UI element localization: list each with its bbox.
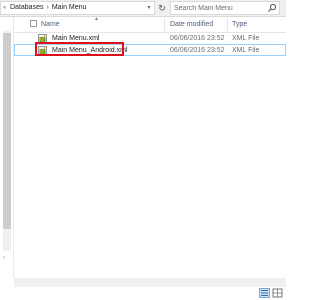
- file-row-main-menu-android[interactable]: Main Menu_Android.xml 06/06/2016 23:52 X…: [14, 44, 286, 56]
- chevron-down-icon[interactable]: ▾: [143, 2, 154, 14]
- search-input[interactable]: [174, 2, 264, 14]
- breadcrumb-separator-icon: ›: [46, 4, 49, 11]
- select-all-checkbox[interactable]: [30, 20, 37, 27]
- file-name[interactable]: Main Menu_Android.xml: [52, 47, 127, 54]
- column-type[interactable]: Type: [232, 21, 247, 28]
- column-date-modified[interactable]: Date modified: [170, 21, 213, 28]
- file-type: XML File: [232, 47, 260, 54]
- column-divider[interactable]: [164, 18, 165, 31]
- address-bar[interactable]: « Databases › Main Menu ▾: [0, 1, 155, 15]
- sort-ascending-icon: ▲: [94, 16, 99, 22]
- navigation-pane: ›: [0, 17, 14, 278]
- refresh-icon[interactable]: ↻: [156, 1, 168, 15]
- search-icon[interactable]: [267, 3, 277, 13]
- breadcrumb-databases[interactable]: Databases: [10, 4, 43, 11]
- file-name[interactable]: Main Menu.xml: [52, 35, 99, 42]
- breadcrumb-main-menu[interactable]: Main Menu: [52, 4, 87, 11]
- file-type: XML File: [232, 35, 260, 42]
- xml-document-icon: [38, 34, 47, 44]
- file-explorer-window: « Databases›Main Menu ▾ ↻ › ▲ Name Date …: [0, 0, 286, 300]
- nav-chevron-icon: «: [3, 5, 7, 11]
- horizontal-scrollbar[interactable]: [14, 278, 286, 287]
- file-date: 06/06/2016 23:52: [170, 47, 225, 54]
- status-bar: [0, 287, 286, 300]
- search-box[interactable]: [170, 1, 280, 15]
- file-date: 06/06/2016 23:52: [170, 35, 225, 42]
- address-toolbar: « Databases › Main Menu ▾ ↻: [0, 0, 286, 17]
- details-view-icon[interactable]: [259, 288, 270, 298]
- large-icons-view-icon[interactable]: [272, 288, 283, 298]
- nav-scrollbar-thumb[interactable]: [3, 33, 11, 229]
- column-name[interactable]: Name: [41, 21, 60, 28]
- column-divider[interactable]: [227, 18, 228, 31]
- xml-document-icon: [38, 46, 47, 56]
- column-header: ▲ Name Date modified Type: [14, 16, 286, 33]
- scroll-down-icon[interactable]: ›: [3, 255, 5, 261]
